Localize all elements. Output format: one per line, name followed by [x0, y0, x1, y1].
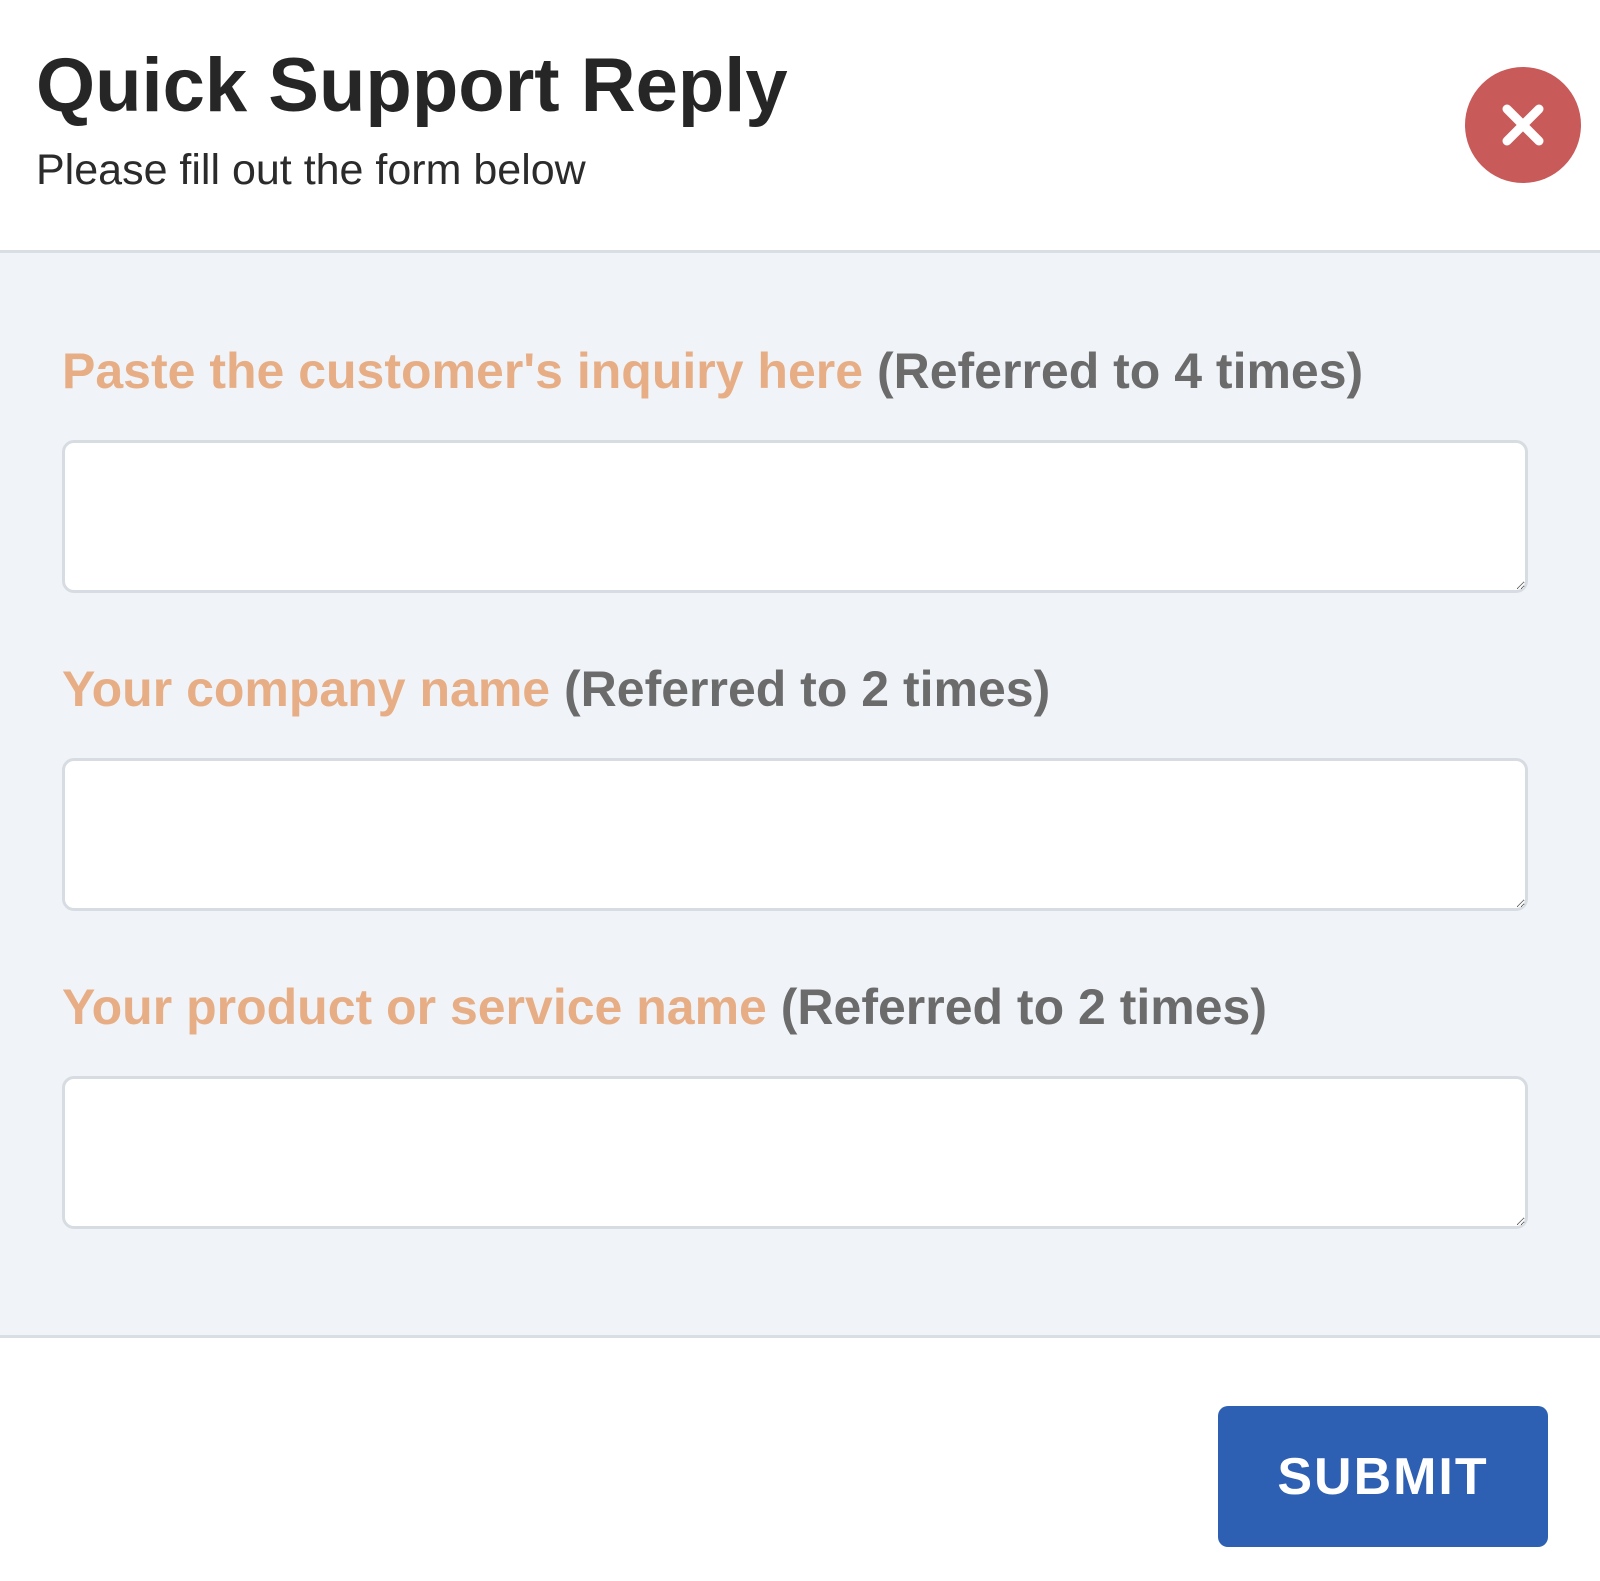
product-field-label: Your product or service name (Referred t…: [62, 977, 1267, 1037]
modal-header: Quick Support Reply Please fill out the …: [0, 0, 1600, 253]
form-body: Paste the customer's inquiry here (Refer…: [0, 253, 1600, 1338]
inquiry-reference-count: (Referred to 4 times): [876, 343, 1364, 399]
modal-subtitle: Please fill out the form below: [36, 146, 586, 194]
company-label-text: Your company name: [62, 661, 551, 717]
product-label-text: Your product or service name: [62, 979, 767, 1035]
submit-button[interactable]: SUBMIT: [1218, 1406, 1548, 1547]
company-reference-count: (Referred to 2 times): [564, 661, 1051, 717]
modal-title: Quick Support Reply: [36, 43, 788, 128]
close-icon: [1502, 104, 1544, 146]
company-name-textarea[interactable]: [62, 758, 1528, 911]
product-service-name-textarea[interactable]: [62, 1076, 1528, 1229]
customer-inquiry-textarea[interactable]: [62, 440, 1528, 593]
inquiry-label-text: Paste the customer's inquiry here: [62, 343, 864, 399]
inquiry-field-label: Paste the customer's inquiry here (Refer…: [62, 341, 1363, 401]
product-reference-count: (Referred to 2 times): [780, 979, 1267, 1035]
close-button[interactable]: [1465, 67, 1581, 183]
quick-support-reply-modal: Quick Support Reply Please fill out the …: [0, 0, 1600, 1581]
modal-footer: SUBMIT: [0, 1338, 1600, 1581]
company-field-label: Your company name (Referred to 2 times): [62, 659, 1050, 719]
